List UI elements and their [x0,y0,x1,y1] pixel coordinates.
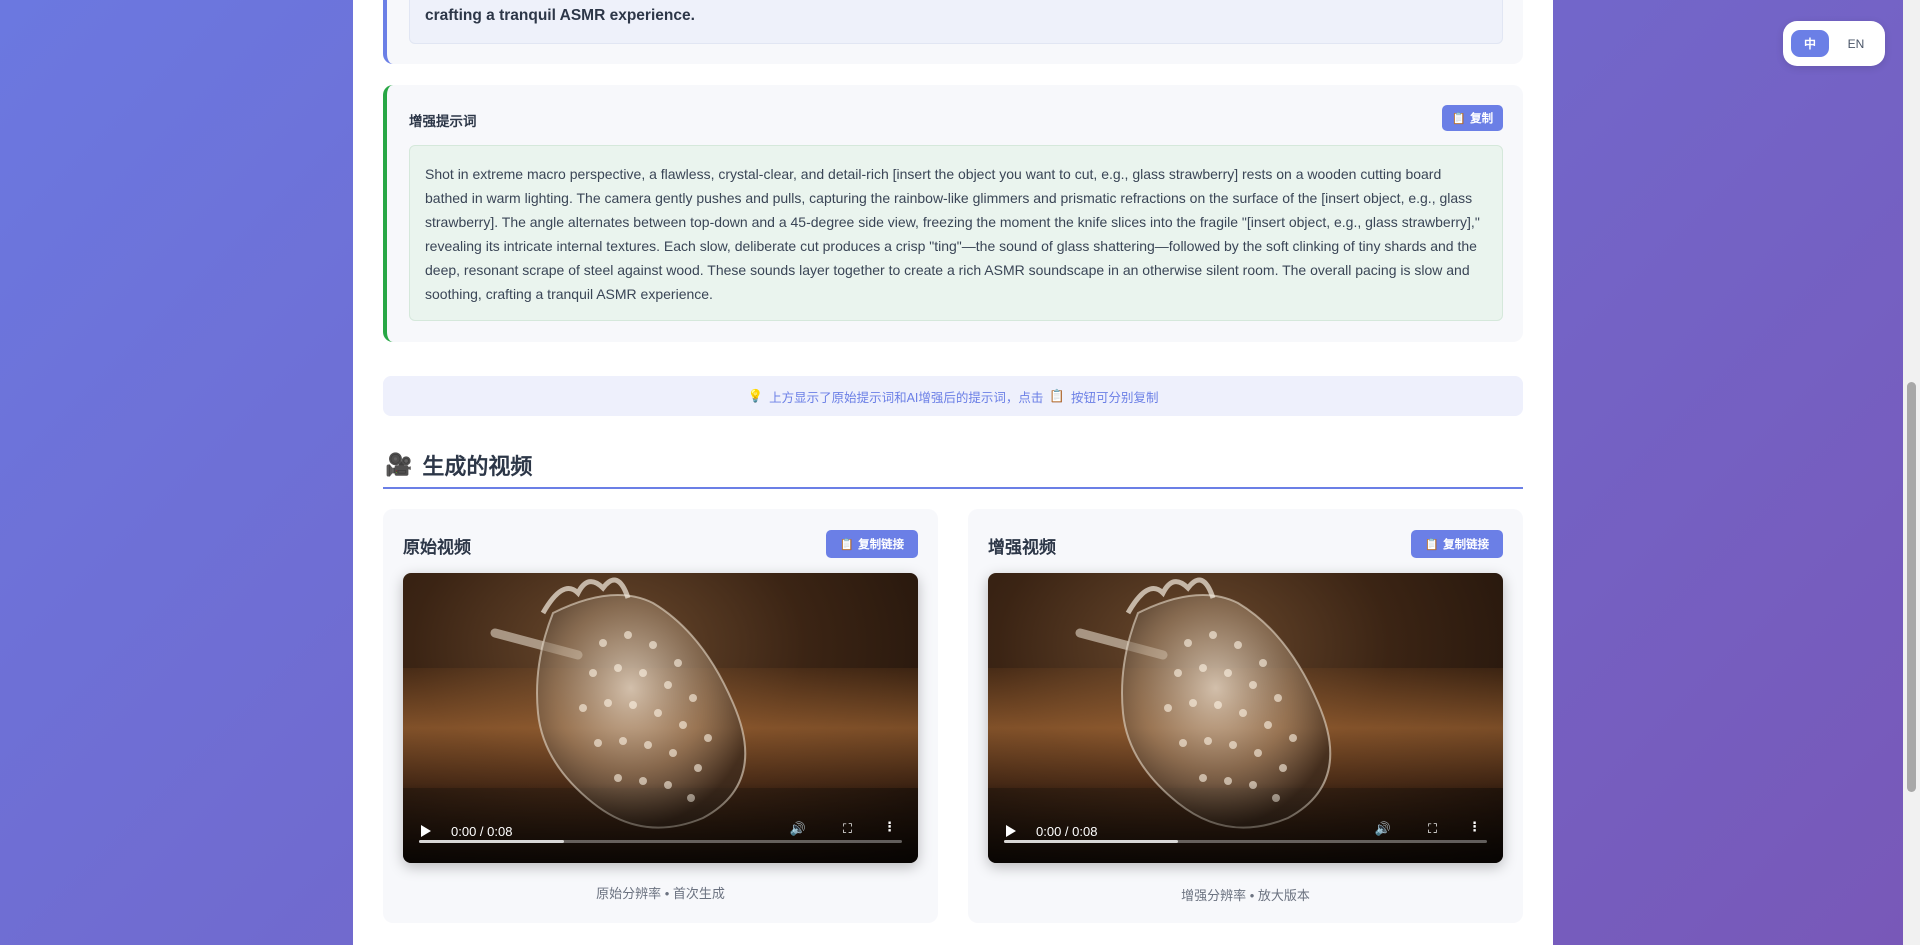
clipboard-icon: 📋 [1451,113,1467,125]
enhanced-prompt-title: 增强提示词 [409,114,477,129]
copy-link-label: 复制链接 [858,539,905,551]
videos-section-label: 生成的视频 [422,454,533,479]
copy-link-label: 复制链接 [1443,539,1490,551]
clipboard-icon: 📋 [839,539,855,551]
copy-label: 复制 [1470,113,1494,125]
fullscreen-icon[interactable]: ⛶ [843,821,852,837]
video-caption: 原始分辨率 • 首次生成 [596,886,725,901]
buffered-progress [419,840,564,843]
original-video-card: 原始视频 📋 复制链接 0:00 / 0:08 🔊 ⛶ ⋮ 原始分辨率 • 首次… [383,509,938,923]
volume-icon[interactable]: 🔊 [790,821,806,837]
video-time: 0:00 / 0:08 [451,824,513,839]
hint-text-before: 上方显示了原始提示词和AI增强后的提示词，点击 [769,390,1044,405]
language-switch: 中 EN [1783,21,1885,66]
more-options-icon[interactable]: ⋮ [883,819,896,835]
original-prompt-card: crafting a tranquil ASMR experience. [383,0,1523,64]
lang-en-button[interactable]: EN [1837,30,1875,57]
enhanced-video-card: 增强视频 📋 复制链接 0:00 / 0:08 🔊 ⛶ ⋮ 增强分辨率 • 放大… [968,509,1523,923]
clipboard-icon: 📋 [1049,388,1065,403]
enhanced-prompt-text: Shot in extreme macro perspective, a fla… [409,145,1503,321]
play-icon[interactable] [1006,825,1016,837]
volume-icon[interactable]: 🔊 [1375,821,1391,837]
lightbulb-icon: 💡 [747,388,764,403]
video-controls: 0:00 / 0:08 🔊 ⛶ ⋮ [403,803,918,863]
copy-hint: 💡 上方显示了原始提示词和AI增强后的提示词，点击 📋 按钮可分别复制 [383,376,1523,416]
progress-track[interactable] [419,840,902,843]
page-scrollbar[interactable] [1903,0,1920,945]
video-camera-icon: 🎥 [385,452,413,477]
video-title: 增强视频 [988,538,1056,557]
videos-section-title: 🎥 生成的视频 [385,449,532,481]
copy-original-video-link-button[interactable]: 📋 复制链接 [826,530,918,558]
progress-track[interactable] [1004,840,1487,843]
video-controls: 0:00 / 0:08 🔊 ⛶ ⋮ [988,803,1503,863]
play-icon[interactable] [421,825,431,837]
video-title: 原始视频 [403,538,471,557]
video-caption: 增强分辨率 • 放大版本 [1181,888,1310,903]
original-prompt-text: crafting a tranquil ASMR experience. [409,0,1503,44]
scrollbar-thumb[interactable] [1907,382,1916,792]
copy-enhanced-video-link-button[interactable]: 📋 复制链接 [1411,530,1503,558]
buffered-progress [1004,840,1178,843]
enhanced-video-player[interactable]: 0:00 / 0:08 🔊 ⛶ ⋮ [988,573,1503,863]
clipboard-icon: 📋 [1424,539,1440,551]
original-video-player[interactable]: 0:00 / 0:08 🔊 ⛶ ⋮ [403,573,918,863]
video-time: 0:00 / 0:08 [1036,824,1098,839]
section-divider [383,487,1523,489]
more-options-icon[interactable]: ⋮ [1468,819,1481,835]
lang-zh-button[interactable]: 中 [1791,30,1829,57]
copy-enhanced-prompt-button[interactable]: 📋 复制 [1442,105,1503,131]
enhanced-prompt-card: 增强提示词 📋 复制 Shot in extreme macro perspec… [383,85,1523,342]
hint-text-after: 按钮可分别复制 [1070,390,1159,405]
fullscreen-icon[interactable]: ⛶ [1428,821,1437,837]
